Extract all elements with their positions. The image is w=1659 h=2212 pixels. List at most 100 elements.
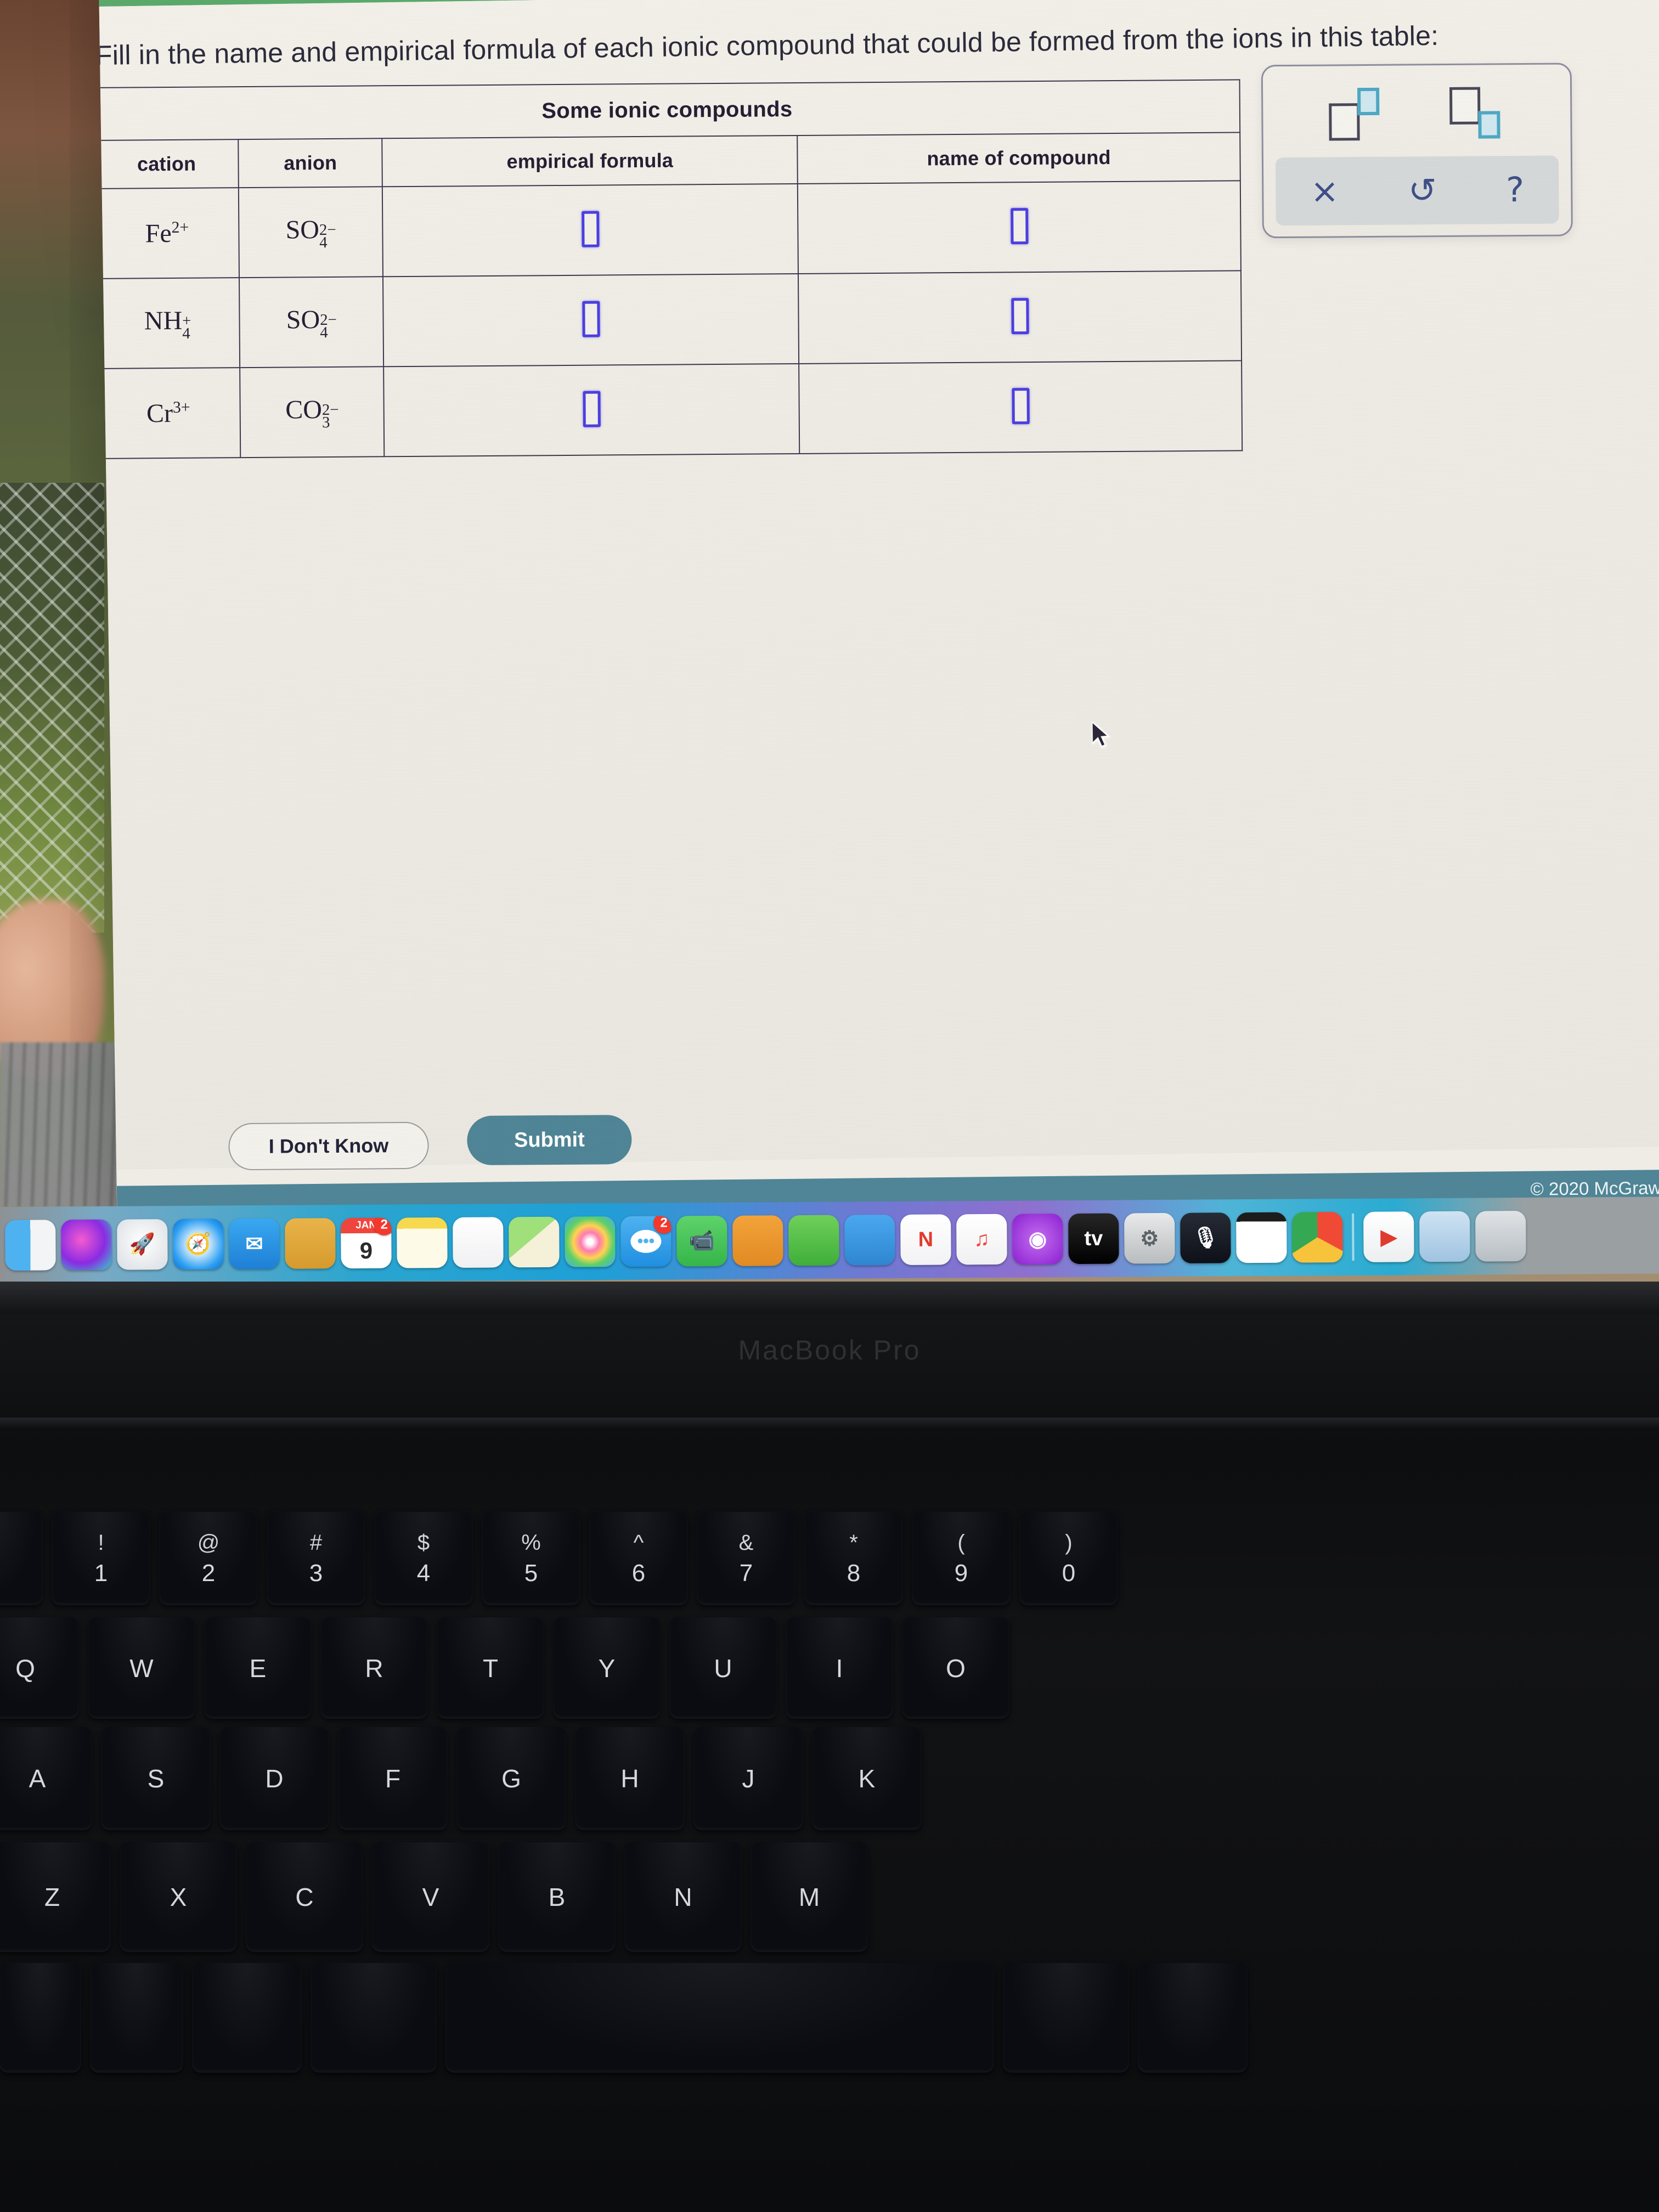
- dock-icon-quicktime-player[interactable]: ▶: [1363, 1211, 1414, 1262]
- key-9[interactable]: (9: [912, 1512, 1011, 1605]
- key-n[interactable]: N: [624, 1842, 742, 1952]
- empirical-formula-cell-row1[interactable]: [382, 184, 799, 277]
- key-main-label: W: [129, 1654, 154, 1683]
- key-i[interactable]: I: [786, 1617, 893, 1719]
- key-m[interactable]: M: [751, 1842, 868, 1952]
- key-o[interactable]: O: [902, 1617, 1009, 1719]
- dock-icon-photos[interactable]: [565, 1216, 616, 1267]
- key-3[interactable]: #3: [267, 1512, 365, 1605]
- dock-icon-launchpad[interactable]: 🚀: [117, 1219, 168, 1270]
- laptop-lower-body: MacBook Pro ! 1 @2 #3 $4% 5 ^ 6 & 7 * 8(9) 0 QWERTYU…: [0, 1282, 1659, 2212]
- dock-icon-keynote[interactable]: [844, 1215, 895, 1266]
- empirical-formula-cell-row2[interactable]: [383, 274, 799, 367]
- name-of-compound-input-row1[interactable]: [1010, 207, 1029, 244]
- dock-icon-news[interactable]: N: [900, 1214, 951, 1265]
- key-z[interactable]: Z: [0, 1842, 111, 1952]
- dock-icon-google-chrome[interactable]: [1292, 1212, 1343, 1263]
- key-1[interactable]: ! 1: [52, 1512, 150, 1605]
- keyboard-a-row[interactable]: A SDFGHJK: [0, 1727, 1659, 1830]
- key-7[interactable]: & 7: [697, 1512, 795, 1605]
- macos-dock[interactable]: 🚀 🧭 ✉ JAN 9 2 ••• 2 📹 N ♫ ◉ tv ⚙ 🎙 ▶: [0, 1197, 1659, 1284]
- key-v[interactable]: V: [372, 1842, 489, 1952]
- help-icon[interactable]: ?: [1500, 170, 1530, 210]
- dock-icon-facetime[interactable]: 📹: [676, 1215, 727, 1267]
- keyboard-q-row[interactable]: Q W ERTYUIO: [0, 1617, 1659, 1719]
- keyboard-bottom-row[interactable]: [0, 1963, 1659, 2073]
- dock-icon-messages[interactable]: ••• 2: [620, 1216, 672, 1267]
- dock-icon-maps[interactable]: [509, 1216, 560, 1268]
- key-x[interactable]: X: [120, 1842, 237, 1952]
- dock-icon-reminders[interactable]: [453, 1217, 504, 1268]
- key-k[interactable]: K: [812, 1727, 922, 1830]
- key-tilde[interactable]: [0, 1512, 43, 1605]
- key-a[interactable]: A: [0, 1727, 92, 1830]
- key-d[interactable]: D: [219, 1727, 329, 1830]
- key-option-right[interactable]: [1138, 1963, 1248, 2073]
- dock-icon-calendar-app[interactable]: [1236, 1212, 1287, 1263]
- key-r[interactable]: R: [320, 1617, 428, 1719]
- key-y[interactable]: Y: [553, 1617, 661, 1719]
- name-of-compound-cell-row1[interactable]: [798, 180, 1241, 274]
- dock-icon-pages[interactable]: [732, 1215, 783, 1266]
- key-q[interactable]: Q: [0, 1617, 79, 1719]
- key-t[interactable]: T: [437, 1617, 544, 1719]
- key-h[interactable]: H: [575, 1727, 685, 1830]
- key-5[interactable]: % 5: [482, 1512, 580, 1605]
- key-f[interactable]: F: [338, 1727, 448, 1830]
- dock-icon-mail[interactable]: ✉: [229, 1218, 280, 1269]
- empirical-formula-input-row3[interactable]: [583, 391, 601, 427]
- key-glow: [445, 1963, 994, 2073]
- key-command-right[interactable]: [1003, 1963, 1129, 2073]
- key-u[interactable]: U: [669, 1617, 777, 1719]
- submit-button[interactable]: Submit: [467, 1115, 632, 1166]
- dock-icon-numbers[interactable]: [788, 1215, 839, 1266]
- empirical-formula-input-row1[interactable]: [581, 211, 600, 247]
- key-6[interactable]: ^ 6: [589, 1512, 688, 1605]
- dock-icon-siri[interactable]: [61, 1219, 112, 1271]
- key-option[interactable]: [192, 1963, 302, 2073]
- key-fn[interactable]: [0, 1963, 81, 2073]
- name-of-compound-input-row2[interactable]: [1011, 297, 1029, 334]
- dock-icon-music[interactable]: ♫: [956, 1214, 1007, 1265]
- name-of-compound-cell-row2[interactable]: [798, 270, 1242, 364]
- dock-icon-calendar[interactable]: JAN 9 2: [341, 1217, 392, 1269]
- key-space[interactable]: [445, 1963, 994, 2073]
- name-of-compound-input-row3[interactable]: [1012, 387, 1030, 424]
- key-b[interactable]: B: [498, 1842, 616, 1952]
- keyboard-number-row[interactable]: ! 1 @2 #3 $4% 5 ^ 6 & 7 * 8(9) 0: [0, 1512, 1659, 1605]
- key-s[interactable]: S: [101, 1727, 211, 1830]
- key-glow: [0, 1512, 43, 1605]
- undo-icon[interactable]: ↺: [1403, 170, 1442, 210]
- key-g[interactable]: G: [456, 1727, 566, 1830]
- clear-icon[interactable]: ×: [1305, 171, 1344, 211]
- keyboard-z-row[interactable]: ZXCVBNM: [0, 1842, 1659, 1952]
- key-c[interactable]: C: [246, 1842, 363, 1952]
- key-main-label: A: [29, 1764, 46, 1793]
- dock-icon-notes[interactable]: [397, 1217, 448, 1268]
- empirical-formula-input-row2[interactable]: [582, 301, 600, 337]
- key-8[interactable]: * 8: [804, 1512, 903, 1605]
- dock-icon-system-preferences[interactable]: ⚙: [1124, 1212, 1175, 1264]
- key-4[interactable]: $4: [374, 1512, 473, 1605]
- key-w[interactable]: W: [88, 1617, 195, 1719]
- key-control[interactable]: [90, 1963, 183, 2073]
- key-command[interactable]: [311, 1963, 437, 2073]
- dock-icon-podcasts[interactable]: ◉: [1012, 1214, 1063, 1265]
- key-main-label: 4: [416, 1560, 431, 1587]
- i-dont-know-button[interactable]: I Don't Know: [228, 1121, 429, 1171]
- name-of-compound-cell-row3[interactable]: [799, 360, 1243, 454]
- key-2[interactable]: @2: [159, 1512, 258, 1605]
- dock-icon-preview[interactable]: [1419, 1211, 1470, 1262]
- news-glyph-icon: N: [918, 1228, 934, 1251]
- anion-cell-row3: CO 2− 3: [240, 366, 385, 458]
- dock-icon-trash[interactable]: [1475, 1211, 1526, 1262]
- dock-icon-apple-tv[interactable]: tv: [1068, 1213, 1119, 1265]
- key-0[interactable]: ) 0: [1019, 1512, 1118, 1605]
- dock-icon-finder[interactable]: [5, 1220, 56, 1271]
- empirical-formula-cell-row3[interactable]: [383, 364, 800, 457]
- key-e[interactable]: E: [204, 1617, 312, 1719]
- dock-icon-contacts[interactable]: [285, 1218, 336, 1269]
- dock-icon-audio-editor[interactable]: 🎙: [1180, 1212, 1231, 1263]
- dock-icon-safari[interactable]: 🧭: [173, 1218, 224, 1270]
- key-j[interactable]: J: [693, 1727, 803, 1830]
